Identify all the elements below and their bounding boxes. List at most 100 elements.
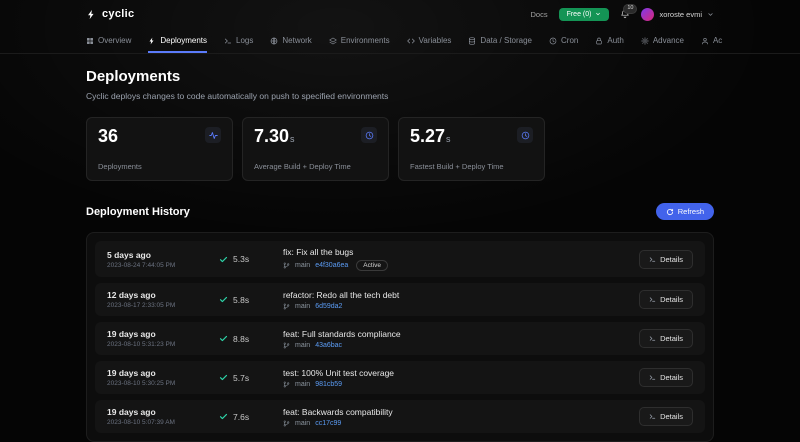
deploy-duration: 8.8s xyxy=(233,334,249,344)
chevron-down-icon xyxy=(595,11,601,17)
code-icon xyxy=(407,37,415,45)
tab-network[interactable]: Network xyxy=(270,28,311,53)
cyclic-logo[interactable]: cyclic xyxy=(86,8,134,20)
tab-logs[interactable]: Logs xyxy=(224,28,253,53)
stat-value: 5.27s xyxy=(410,127,451,145)
tab-variables[interactable]: Variables xyxy=(407,28,452,53)
stat-value: 7.30s xyxy=(254,127,295,145)
details-button[interactable]: Details xyxy=(639,407,693,426)
app-nav: Overview Deployments Logs Network Enviro… xyxy=(0,28,800,54)
check-icon xyxy=(219,412,228,421)
stat-card-deployments: 36 Deployments xyxy=(86,117,233,181)
lock-icon xyxy=(595,37,603,45)
bolt-icon xyxy=(148,37,156,45)
stat-card-average-time: 7.30s Average Build + Deploy Time xyxy=(242,117,389,181)
terminal-icon xyxy=(649,296,656,303)
page-subtitle: Cyclic deploys changes to code automatic… xyxy=(86,91,714,101)
main-content: Deployments Cyclic deploys changes to co… xyxy=(0,54,800,442)
stat-label: Fastest Build + Deploy Time xyxy=(410,162,533,171)
user-icon xyxy=(701,37,709,45)
notifications-button[interactable]: 10 xyxy=(620,9,630,19)
clock-icon xyxy=(549,37,557,45)
tab-cron[interactable]: Cron xyxy=(549,28,578,53)
details-button[interactable]: Details xyxy=(639,329,693,348)
branch-name: main xyxy=(295,342,310,349)
docs-link[interactable]: Docs xyxy=(530,10,547,19)
page-title: Deployments xyxy=(86,68,714,85)
activity-icon xyxy=(205,127,221,143)
git-branch-icon xyxy=(283,420,290,427)
grid-icon xyxy=(86,37,94,45)
tab-advanced[interactable]: Advance xyxy=(641,28,684,53)
commit-message: refactor: Redo all the tech debt xyxy=(283,290,639,300)
table-row: 19 days ago 2023-08-10 5:30:25 PM 5.7s t… xyxy=(95,361,705,394)
plan-label: Free (0) xyxy=(567,11,592,18)
deploy-duration: 5.3s xyxy=(233,254,249,264)
user-menu[interactable]: xoroste evmi xyxy=(641,8,714,21)
stats-row: 36 Deployments 7.30s Average Build + Dep… xyxy=(86,117,714,181)
refresh-button[interactable]: Refresh xyxy=(656,203,714,220)
deploy-age: 12 days ago xyxy=(107,290,219,300)
database-icon xyxy=(468,37,476,45)
username: xoroste evmi xyxy=(659,10,702,19)
commit-hash[interactable]: cc17c99 xyxy=(315,420,341,427)
terminal-icon xyxy=(649,374,656,381)
commit-message: test: 100% Unit test coverage xyxy=(283,368,639,378)
tab-auth[interactable]: Auth xyxy=(595,28,623,53)
tab-overview[interactable]: Overview xyxy=(86,28,131,53)
commit-hash[interactable]: 981cb59 xyxy=(315,381,342,388)
commit-hash[interactable]: e4f30a6ea xyxy=(315,262,348,269)
terminal-icon xyxy=(649,335,656,342)
git-branch-icon xyxy=(283,303,290,310)
git-branch-icon xyxy=(283,381,290,388)
details-button[interactable]: Details xyxy=(639,368,693,387)
tab-account[interactable]: Ac xyxy=(701,28,722,53)
table-row: 12 days ago 2023-08-17 2:33:05 PM 5.8s r… xyxy=(95,283,705,316)
tab-deployments[interactable]: Deployments xyxy=(148,28,207,53)
table-row: 19 days ago 2023-08-10 5:31:23 PM 8.8s f… xyxy=(95,322,705,355)
clock-icon xyxy=(517,127,533,143)
commit-message: feat: Full standards compliance xyxy=(283,329,639,339)
deployment-history-panel: 5 days ago 2023-08-24 7:44:05 PM 5.3s fi… xyxy=(86,232,714,442)
clock-icon xyxy=(361,127,377,143)
git-branch-icon xyxy=(283,262,290,269)
plan-button[interactable]: Free (0) xyxy=(559,8,610,21)
check-icon xyxy=(219,334,228,343)
refresh-icon xyxy=(666,208,674,216)
active-badge: Active xyxy=(356,260,388,271)
git-branch-icon xyxy=(283,342,290,349)
deploy-age: 19 days ago xyxy=(107,407,219,417)
deploy-age: 5 days ago xyxy=(107,250,219,260)
layers-icon xyxy=(329,37,337,45)
bolt-icon xyxy=(86,9,97,20)
branch-name: main xyxy=(295,262,310,269)
terminal-icon xyxy=(649,256,656,263)
stat-label: Average Build + Deploy Time xyxy=(254,162,377,171)
commit-hash[interactable]: 6d59da2 xyxy=(315,303,342,310)
deploy-timestamp: 2023-08-17 2:33:05 PM xyxy=(107,302,219,309)
top-bar: cyclic Docs Free (0) 10 xoroste evmi xyxy=(0,0,800,28)
details-button[interactable]: Details xyxy=(639,250,693,269)
branch-name: main xyxy=(295,303,310,310)
details-button[interactable]: Details xyxy=(639,290,693,309)
stat-value: 36 xyxy=(98,127,119,145)
chevron-down-icon xyxy=(707,11,714,18)
history-title: Deployment History xyxy=(86,206,190,218)
tab-data-storage[interactable]: Data / Storage xyxy=(468,28,532,53)
table-row: 5 days ago 2023-08-24 7:44:05 PM 5.3s fi… xyxy=(95,241,705,277)
avatar xyxy=(641,8,654,21)
deploy-age: 19 days ago xyxy=(107,368,219,378)
deploy-timestamp: 2023-08-24 7:44:05 PM xyxy=(107,262,219,269)
check-icon xyxy=(219,295,228,304)
tab-environments[interactable]: Environments xyxy=(329,28,390,53)
brand-name: cyclic xyxy=(102,8,134,20)
topbar-right: Docs Free (0) 10 xoroste evmi xyxy=(530,8,714,21)
stat-label: Deployments xyxy=(98,162,221,171)
branch-name: main xyxy=(295,381,310,388)
commit-hash[interactable]: 43a6bac xyxy=(315,342,342,349)
deploy-age: 19 days ago xyxy=(107,329,219,339)
deploy-timestamp: 2023-08-10 5:07:39 AM xyxy=(107,419,219,426)
gear-icon xyxy=(641,37,649,45)
deploy-timestamp: 2023-08-10 5:31:23 PM xyxy=(107,341,219,348)
check-icon xyxy=(219,255,228,264)
